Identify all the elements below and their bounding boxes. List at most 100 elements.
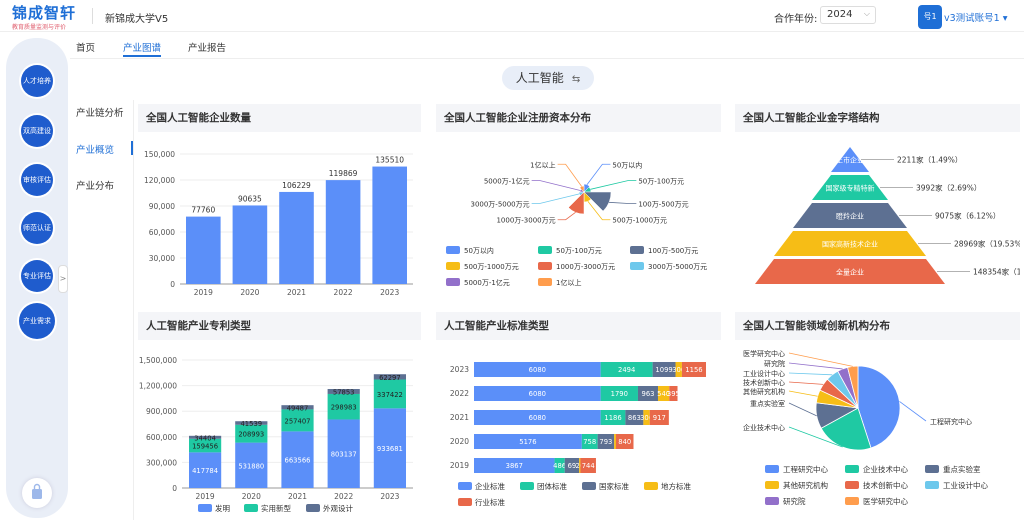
data-label: 863 xyxy=(628,414,641,422)
legend-swatch xyxy=(925,481,939,489)
bag-icon[interactable] xyxy=(22,478,52,508)
left-nav-chain[interactable]: 产业链分析 xyxy=(76,105,124,119)
legend-label: 国家标准 xyxy=(599,481,629,491)
data-label: 1186 xyxy=(604,414,621,422)
leader-line xyxy=(788,402,817,417)
data-label: 106229 xyxy=(282,181,311,190)
level-value: 3992家（2.69%） xyxy=(916,183,981,193)
sidebar-item-talent[interactable]: 人才培养 xyxy=(21,65,53,97)
data-label: 90635 xyxy=(238,194,262,203)
legend-label: 工业设计中心 xyxy=(943,480,988,490)
legend-label: 医学研究中心 xyxy=(863,496,908,506)
data-label: 933681 xyxy=(377,445,403,453)
y-tick-label: 300,000 xyxy=(146,458,177,467)
data-label: 159456 xyxy=(192,443,218,451)
leader-line xyxy=(557,212,576,221)
legend-label: 实用新型 xyxy=(261,503,291,513)
y-tick-label: 2022 xyxy=(450,389,469,398)
data-label: 3867 xyxy=(506,462,523,470)
data-label: 6080 xyxy=(529,414,546,422)
legend-swatch xyxy=(446,246,460,254)
data-label: 531880 xyxy=(238,462,264,470)
slice-label: 企业技术中心 xyxy=(743,423,785,432)
data-label: 337422 xyxy=(377,391,403,399)
sidebar-item-double-high[interactable]: 双高建设 xyxy=(21,115,53,147)
y-tick-label: 120,000 xyxy=(144,176,175,185)
legend-swatch xyxy=(765,481,779,489)
industry-selector[interactable]: 人工智能 ⇆ xyxy=(502,66,594,90)
panel-title: 人工智能产业专利类型 xyxy=(138,312,421,340)
slice-label: 500万-1000万元 xyxy=(612,217,667,225)
year-select[interactable]: 2024 ⌵ xyxy=(820,6,876,24)
left-nav-distribution[interactable]: 产业分布 xyxy=(76,178,114,192)
y-tick-label: 60,000 xyxy=(149,228,175,237)
data-label: 208993 xyxy=(238,431,264,439)
tab-indicator xyxy=(123,55,161,57)
legend-swatch xyxy=(538,262,552,270)
legend-swatch xyxy=(845,465,859,473)
data-label: 1156 xyxy=(685,366,702,374)
leader-line xyxy=(788,372,833,376)
tab-industry-report[interactable]: 产业报告 xyxy=(188,40,226,54)
legend-swatch xyxy=(306,504,320,512)
legend-swatch xyxy=(458,498,472,506)
year-label: 合作年份: xyxy=(774,14,818,25)
bar xyxy=(325,180,361,284)
standard-chart: 2023 6080 2494 1099 306 11562022 6080 1790 963 54… xyxy=(450,362,706,507)
y-tick-label: 2020 xyxy=(450,437,469,446)
data-label: 1790 xyxy=(611,390,628,398)
chevron-down-icon: ⌵ xyxy=(863,9,870,18)
leader-line xyxy=(899,401,927,422)
sidebar-item-major-eval[interactable]: 专业评估 xyxy=(21,260,53,292)
left-nav-divider xyxy=(133,100,134,520)
y-tick-label: 1,500,000 xyxy=(139,356,177,365)
x-tick-label: 2021 xyxy=(287,288,306,297)
level-name: 瞪羚企业 xyxy=(836,212,864,221)
panel-pyramid: 全国人工智能企业金字塔结构 上市企业 2211家（1.49%） 国家级专精特新 399… xyxy=(735,104,1024,300)
data-label: 417784 xyxy=(192,467,218,475)
tab-industry-map[interactable]: 产业图谱 xyxy=(123,40,161,54)
switch-icon: ⇆ xyxy=(571,74,581,85)
slice-label: 50万以内 xyxy=(612,160,642,169)
y-tick-label: 2019 xyxy=(450,461,469,470)
data-label: 663566 xyxy=(285,457,311,465)
leader-line xyxy=(557,163,583,187)
data-label: 6080 xyxy=(529,390,546,398)
data-label: 257407 xyxy=(285,417,311,425)
data-label: 298983 xyxy=(331,404,357,412)
sidebar-item-certification[interactable]: 师范认证 xyxy=(21,212,53,244)
slice-label: 技术创新中心 xyxy=(743,378,785,387)
top-bar: 锦成智轩 教育质量监测与评价 新锦成大学V5 合作年份: 2024 ⌵ 号1 v3… xyxy=(0,0,1024,32)
legend-label: 其他研究机构 xyxy=(783,480,828,490)
innovation-pie-chart: 工程研究中心企业技术中心重点实验室其他研究机构技术创新中心工业设计中心研究院医学… xyxy=(743,349,988,506)
slice-label: 医学研究中心 xyxy=(743,349,785,358)
enterprise-count-chart: 0 30,000 60,000 90,000 120,000 150,000 77760 20… xyxy=(144,150,413,297)
sidebar-item-audit[interactable]: 审核评估 xyxy=(21,164,53,196)
legend-label: 100万-500万元 xyxy=(648,247,698,255)
legend-label: 工程研究中心 xyxy=(783,464,828,474)
panel-title: 全国人工智能企业数量 xyxy=(138,104,421,132)
slice-label: 3000万-5000万元 xyxy=(470,200,529,208)
left-nav-overview[interactable]: 产业概览 xyxy=(76,142,114,156)
capital-rose-chart: 50万以内 50万-100万元 100万-500万元 500万-1000万元 1000万… xyxy=(446,160,707,287)
tab-home[interactable]: 首页 xyxy=(76,40,95,54)
nav-divider xyxy=(70,58,1024,59)
leader-line xyxy=(531,193,580,204)
sidebar-toggle[interactable]: > xyxy=(58,265,68,293)
slice-label: 研究院 xyxy=(764,359,785,368)
sidebar-item-industry[interactable]: 产业需求 xyxy=(21,305,53,337)
legend-label: 团体标准 xyxy=(537,481,567,491)
data-label: 840 xyxy=(618,438,631,446)
logo-title: 锦成智轩 xyxy=(12,4,77,22)
legend-swatch xyxy=(538,246,552,254)
industry-name: 人工智能 xyxy=(515,71,564,85)
level-name: 国家级专精特新 xyxy=(826,184,875,193)
level-value: 28969家（19.53%） xyxy=(954,239,1020,249)
legend-label: 行业标准 xyxy=(475,497,505,507)
account-name[interactable]: v3测试账号1 ▾ xyxy=(944,10,1008,24)
slice-label: 其他研究机构 xyxy=(743,387,785,396)
slice-label: 工程研究中心 xyxy=(930,417,972,426)
x-tick-label: 2023 xyxy=(380,492,399,501)
avatar[interactable]: 号1 xyxy=(918,5,942,29)
y-tick-label: 600,000 xyxy=(146,433,177,442)
